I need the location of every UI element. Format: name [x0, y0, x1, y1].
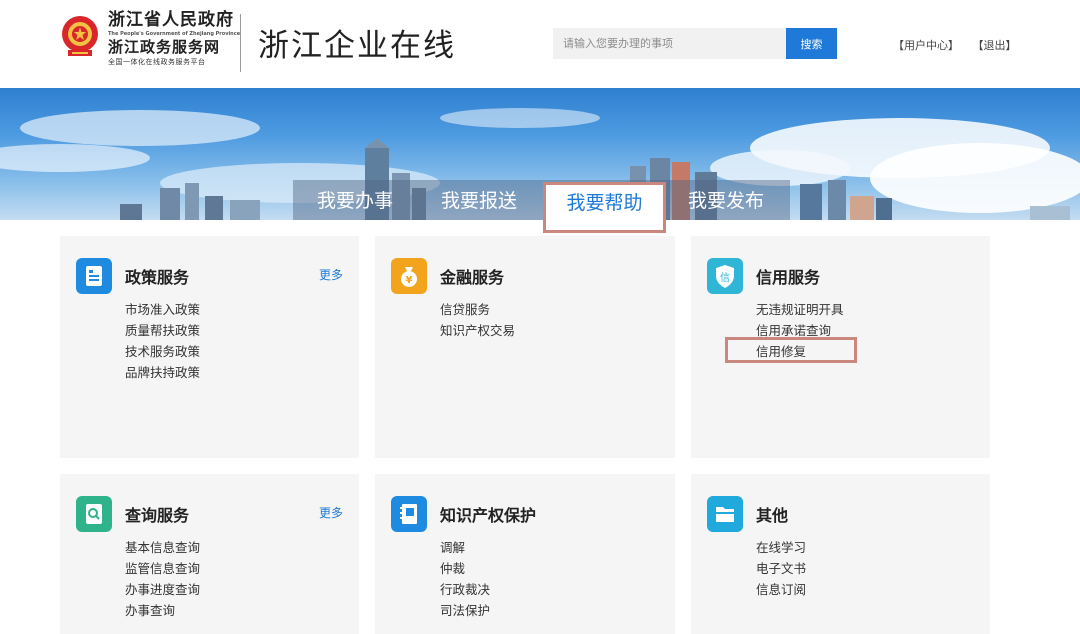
card-title: 查询服务 [125, 506, 190, 525]
list-item[interactable]: 信息订阅 [756, 579, 806, 600]
tab-do-business[interactable]: 我要办事 [317, 186, 393, 216]
search-button[interactable]: 搜索 [786, 28, 837, 59]
card-list: 调解 仲裁 行政裁决 司法保护 [440, 537, 490, 621]
card-title: 其他 [756, 506, 789, 525]
credit-shield-icon: 信 [707, 258, 743, 294]
list-item[interactable]: 调解 [440, 537, 490, 558]
list-item[interactable]: 办事查询 [125, 600, 200, 621]
list-item[interactable]: 仲裁 [440, 558, 490, 579]
money-bag-icon: ¥ [391, 258, 427, 294]
list-item[interactable]: 信贷服务 [440, 299, 515, 320]
notebook-icon [391, 496, 427, 532]
tab-publish[interactable]: 我要发布 [688, 186, 764, 216]
site-title: 浙江企业在线 [258, 28, 456, 64]
header: 浙江省人民政府 The People's Government of Zheji… [0, 0, 1080, 88]
folder-icon [707, 496, 743, 532]
tab-submit-report[interactable]: 我要报送 [441, 186, 517, 216]
card-financial-services: ¥ 金融服务 信贷服务 知识产权交易 [375, 236, 675, 458]
highlight-box [725, 337, 857, 363]
search-doc-icon [76, 496, 112, 532]
list-item[interactable]: 行政裁决 [440, 579, 490, 600]
gov-platform-name: 全国一体化在线政务服务平台 [108, 58, 206, 66]
list-item[interactable]: 质量帮扶政策 [125, 320, 200, 341]
more-link[interactable]: 更多 [319, 504, 343, 521]
gov-name-en: The People's Government of Zhejiang Prov… [108, 31, 241, 37]
user-links: 【用户中心】 【退出】 [893, 37, 1027, 53]
card-query-services: 查询服务 更多 基本信息查询 监管信息查询 办事进度查询 办事查询 [60, 474, 359, 634]
card-title: 政策服务 [125, 268, 190, 287]
list-item[interactable]: 监管信息查询 [125, 558, 200, 579]
document-icon [76, 258, 112, 294]
svg-text:¥: ¥ [406, 275, 413, 286]
list-item[interactable]: 基本信息查询 [125, 537, 200, 558]
national-emblem-icon [62, 16, 98, 56]
card-list: 在线学习 电子文书 信息订阅 [756, 537, 806, 600]
list-item[interactable]: 在线学习 [756, 537, 806, 558]
logout-link[interactable]: 【退出】 [973, 39, 1017, 52]
header-divider [240, 14, 241, 72]
card-ip-protection: 知识产权保护 调解 仲裁 行政裁决 司法保护 [375, 474, 675, 634]
gov-logo-text[interactable]: 浙江省人民政府 The People's Government of Zheji… [108, 10, 240, 67]
list-item[interactable]: 知识产权交易 [440, 320, 515, 341]
card-title: 信用服务 [756, 268, 821, 287]
card-list: 基本信息查询 监管信息查询 办事进度查询 办事查询 [125, 537, 200, 621]
list-item[interactable]: 技术服务政策 [125, 341, 200, 362]
gov-name: 浙江省人民政府 [108, 10, 234, 30]
list-item[interactable]: 品牌扶持政策 [125, 362, 200, 383]
list-item[interactable]: 司法保护 [440, 600, 490, 621]
list-item[interactable]: 办事进度查询 [125, 579, 200, 600]
card-title: 金融服务 [440, 268, 505, 287]
svg-text:信: 信 [720, 272, 730, 284]
list-item[interactable]: 市场准入政策 [125, 299, 200, 320]
list-item[interactable]: 无违规证明开具 [756, 299, 844, 320]
gov-service-name: 浙江政务服务网 [108, 38, 221, 56]
card-policy-services: 政策服务 更多 市场准入政策 质量帮扶政策 技术服务政策 品牌扶持政策 [60, 236, 359, 458]
user-center-link[interactable]: 【用户中心】 [893, 39, 959, 52]
search-input[interactable] [553, 28, 786, 59]
card-list: 信贷服务 知识产权交易 [440, 299, 515, 341]
card-list: 市场准入政策 质量帮扶政策 技术服务政策 品牌扶持政策 [125, 299, 200, 383]
card-title: 知识产权保护 [440, 506, 537, 525]
card-other: 其他 在线学习 电子文书 信息订阅 [691, 474, 990, 634]
more-link[interactable]: 更多 [319, 266, 343, 283]
list-item[interactable]: 电子文书 [756, 558, 806, 579]
tab-get-help[interactable]: 我要帮助 [543, 182, 666, 233]
